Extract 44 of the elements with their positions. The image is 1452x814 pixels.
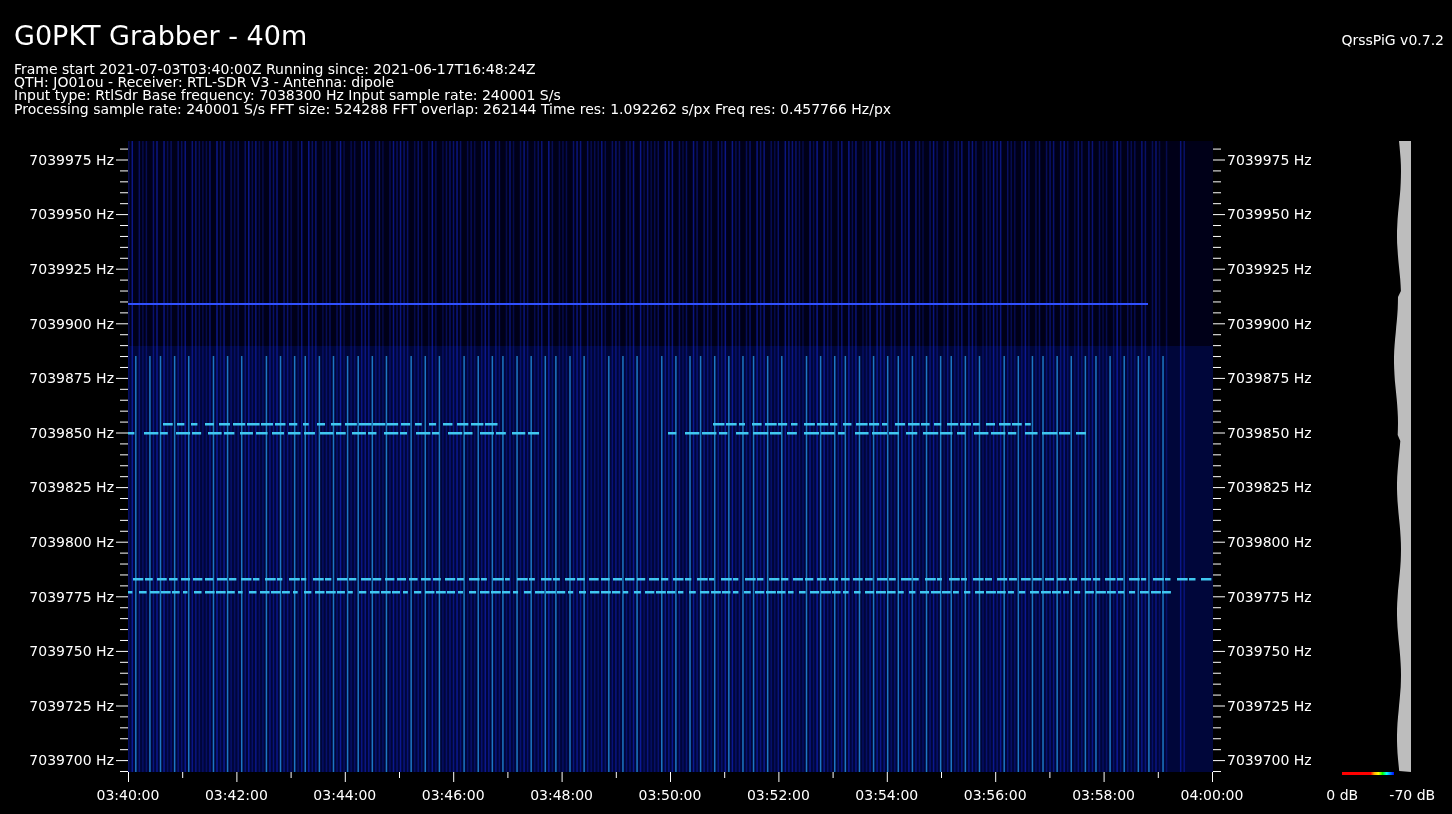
frequency-label: 7039925 Hz: [29, 261, 115, 277]
frequency-label: 7039725 Hz: [29, 697, 115, 714]
frequency-label: 7039875 Hz: [29, 370, 115, 387]
time-label: 03:46:00: [421, 786, 485, 803]
frequency-label: 7039950 Hz: [29, 206, 115, 223]
frequency-label: 7039825 Hz: [1227, 479, 1312, 496]
frequency-label: 7039900 Hz: [29, 315, 115, 332]
frequency-label: 7039775 Hz: [1227, 588, 1312, 605]
color-scale-bar: [1342, 771, 1395, 775]
scale-label: 0 dB: [1326, 786, 1359, 803]
frequency-label: 7039925 Hz: [1227, 261, 1312, 277]
frequency-label: 7039725 Hz: [1227, 697, 1312, 714]
time-label: 03:58:00: [1072, 786, 1136, 803]
frequency-label: 7039900 Hz: [1227, 315, 1312, 332]
time-label: 04:00:00: [1180, 786, 1244, 803]
frequency-label: 7039850 Hz: [29, 424, 115, 441]
frequency-label: 7039700 Hz: [29, 752, 115, 769]
frequency-label: 7039750 Hz: [29, 643, 115, 660]
frequency-label: 7039850 Hz: [1227, 424, 1312, 441]
time-label: 03:56:00: [963, 786, 1027, 803]
frequency-label: 7039950 Hz: [1227, 206, 1312, 223]
frequency-label: 7039825 Hz: [29, 479, 115, 496]
time-label: 03:50:00: [638, 786, 702, 803]
frequency-label: 7039800 Hz: [1227, 534, 1312, 550]
frequency-label: 7039875 Hz: [1227, 370, 1312, 387]
frequency-label: 7039775 Hz: [29, 588, 115, 605]
time-label: 03:52:00: [746, 786, 810, 803]
info-line: Frame start 2021-07-03T03:40:00Z Running since: 2021-06-17T16:48:24Z: [14, 63, 537, 77]
frequency-label: 7039975 Hz: [29, 151, 115, 168]
time-label: 03:44:00: [313, 786, 377, 803]
version-label: QrssPiG v0.7.2: [1341, 32, 1444, 48]
frequency-label: 7039975 Hz: [1227, 151, 1312, 168]
info-line: Processing sample rate: 240001 S/s FFT size: 524288 FFT overlap: 262144 Time res: 1.092262 s/px Freq res: 0.457766 Hz/px: [14, 102, 893, 116]
time-label: 03:40:00: [96, 786, 160, 803]
time-label: 03:54:00: [855, 786, 919, 803]
time-label: 03:48:00: [530, 786, 594, 803]
info-line: QTH: JO01ou - Receiver: RTL-SDR V3 - Antenna: dipole: [14, 76, 395, 90]
frequency-label: 7039800 Hz: [29, 534, 115, 550]
info-line: Input type: RtlSdr Base frequency: 7038300 Hz Input sample rate: 240001 S/s: [14, 89, 561, 103]
time-label: 03:42:00: [204, 786, 268, 803]
frequency-label: 7039700 Hz: [1227, 752, 1312, 769]
scale-label: -70 dB: [1389, 786, 1436, 803]
frequency-label: 7039750 Hz: [1227, 643, 1312, 660]
page-title: G0PKT Grabber - 40m: [14, 20, 308, 52]
